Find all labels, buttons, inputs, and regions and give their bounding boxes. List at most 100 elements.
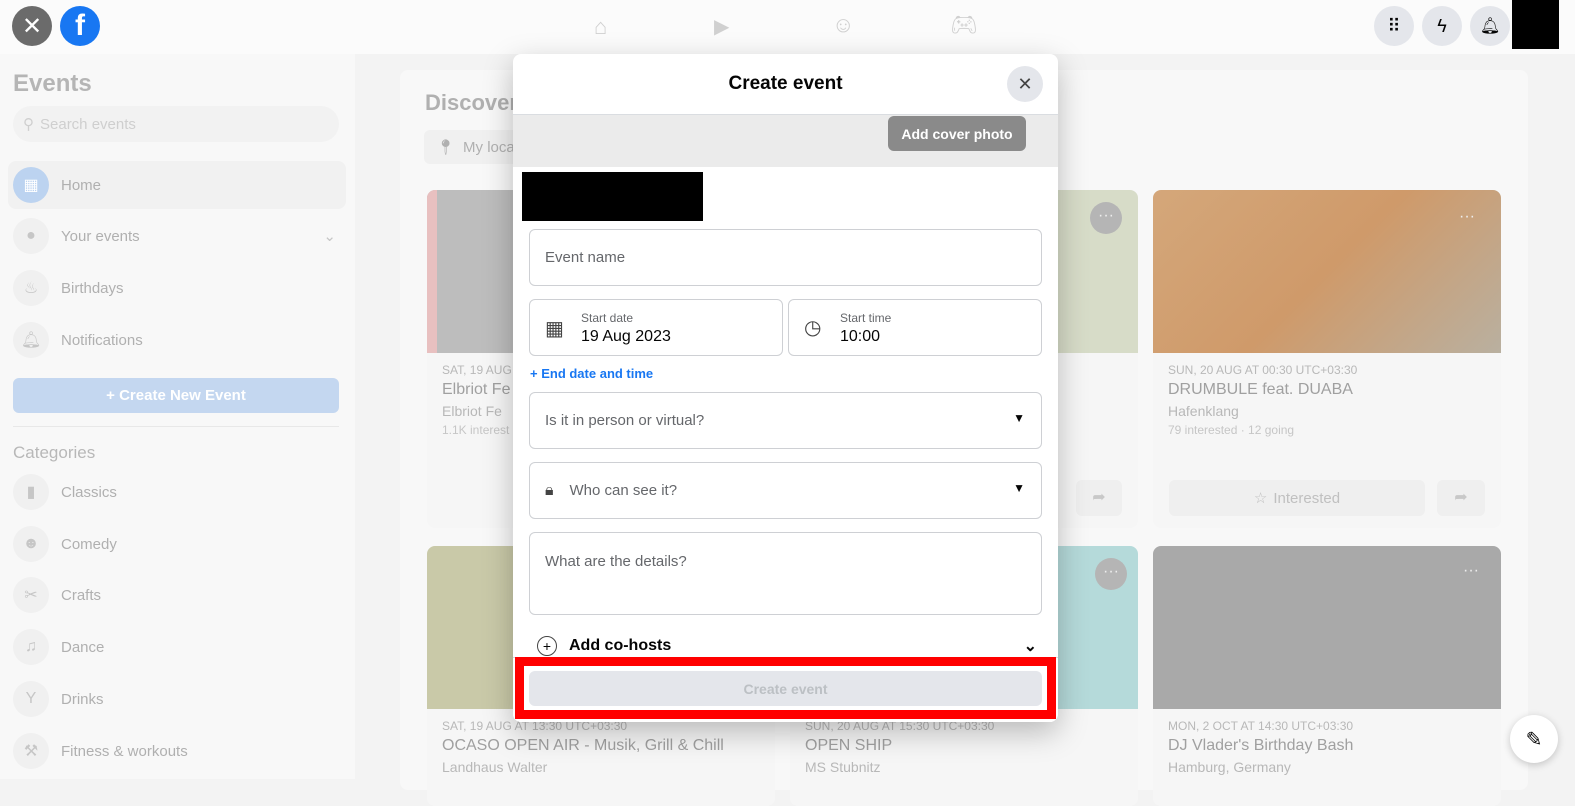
facebook-logo[interactable]: f (60, 6, 100, 46)
highlight-box (515, 657, 1056, 719)
more-icon[interactable]: ··· (1459, 208, 1475, 226)
event-venue: MS Stubnitz (805, 759, 881, 775)
star-icon: ☆ (1253, 490, 1268, 507)
watch-icon[interactable]: ▶ (714, 14, 729, 39)
sidebar-item-notifications[interactable]: 🔔︎ Notifications (8, 316, 346, 364)
start-time-label: Start time (840, 311, 892, 325)
event-name-placeholder: Event name (545, 249, 626, 266)
chevron-down-icon: ⌄ (323, 228, 336, 245)
category-crafts[interactable]: ✂ Crafts (8, 571, 346, 619)
start-time-input[interactable]: ◷ Start time 10:00 (788, 299, 1042, 356)
event-card[interactable]: ··· SUN, 20 AUG AT 00:30 UTC+03:30 DRUMBU… (1153, 190, 1501, 528)
event-image (1153, 546, 1501, 709)
scissors-icon: ✂ (13, 577, 49, 613)
event-name-input[interactable]: Event name (529, 229, 1042, 286)
menu-grid-icon[interactable]: ⠿ (1374, 6, 1414, 46)
location-pin-icon: 📍︎ (436, 139, 456, 156)
more-icon[interactable]: ··· (1463, 562, 1479, 580)
notifications-icon[interactable]: 🔔︎ (1470, 6, 1510, 46)
event-title: DJ Vlader's Birthday Bash (1168, 737, 1354, 754)
cocktail-icon: Y (13, 681, 49, 717)
event-venue: Hamburg, Germany (1168, 759, 1291, 775)
event-date: MON, 2 OCT AT 14:30 UTC+03:30 (1168, 719, 1354, 733)
event-date: SUN, 20 AUG AT 00:30 UTC+03:30 (1168, 363, 1358, 377)
interested-button[interactable]: ☆ Interested (1169, 480, 1425, 516)
discover-title: Discover (425, 90, 518, 115)
add-cohosts-row[interactable]: + Add co-hosts ⌄ (537, 636, 1037, 656)
cohosts-label: Add co-hosts (569, 637, 672, 654)
profile-redacted (1512, 0, 1559, 49)
lock-icon: 🔒︎ (545, 481, 554, 499)
search-input[interactable]: ⚲ Search events (13, 106, 339, 142)
in-person-label: Is it in person or virtual? (545, 412, 705, 429)
smile-icon: ☻ (13, 526, 49, 562)
host-redacted (522, 172, 703, 221)
groups-icon[interactable]: ☺ (832, 12, 854, 38)
category-drinks[interactable]: Y Drinks (8, 675, 346, 723)
messenger-icon[interactable]: ϟ (1422, 6, 1462, 46)
event-venue: Hafenklang (1168, 403, 1239, 419)
close-icon[interactable]: ✕ (12, 6, 52, 46)
search-placeholder: Search events (40, 115, 136, 133)
compose-icon[interactable]: ✎ (1510, 715, 1558, 763)
in-person-virtual-select[interactable]: Is it in person or virtual? ▼ (529, 392, 1042, 449)
privacy-label: Who can see it? (569, 482, 678, 499)
gaming-icon[interactable]: 🎮︎ (950, 12, 978, 38)
calendar-icon: ▦ (545, 318, 564, 340)
sidebar: Events ⚲ Search events ▦ Home ● Your events… (0, 54, 355, 779)
home-icon[interactable]: ⌂ (594, 14, 607, 40)
privacy-select[interactable]: 🔒︎ Who can see it? ▼ (529, 462, 1042, 519)
category-label: Comedy (61, 535, 117, 553)
event-card[interactable]: ··· MON, 2 OCT AT 14:30 UTC+03:30 DJ Vlad… (1153, 546, 1501, 806)
dialog-title: Create event (513, 54, 1058, 115)
clock-icon: ◷ (804, 317, 822, 339)
create-new-event-button[interactable]: + Create New Event (13, 378, 339, 413)
share-icon[interactable]: ➦ (1437, 480, 1485, 516)
sidebar-item-label: Notifications (61, 331, 143, 349)
dance-icon: ♫ (13, 629, 49, 665)
category-classics[interactable]: ▮ Classics (8, 468, 346, 516)
categories-title: Categories (13, 443, 96, 462)
dumbbell-icon: ⚒ (13, 733, 49, 769)
more-icon[interactable]: ··· (1090, 202, 1122, 234)
event-title: DRUMBULE feat. DUABA (1168, 381, 1353, 398)
start-date-input[interactable]: ▦ Start date 19 Aug 2023 (529, 299, 783, 356)
top-bar: ✕ f ⌂ ▶ ☺ 🎮︎ ⠿ ϟ 🔔︎ (0, 0, 1575, 54)
sidebar-item-label: Birthdays (61, 279, 124, 297)
bell-icon: 🔔︎ (13, 322, 49, 358)
search-icon: ⚲ (23, 116, 34, 133)
close-icon[interactable]: ✕ (1007, 66, 1043, 102)
caret-down-icon: ▼ (1013, 411, 1025, 425)
sidebar-title: Events (13, 70, 92, 97)
create-event-dialog: Create event ✕ Add cover photo Event nam… (513, 54, 1058, 722)
start-date-value: 19 Aug 2023 (581, 328, 671, 345)
more-icon[interactable]: ··· (1095, 558, 1127, 590)
caret-down-icon: ▼ (1013, 481, 1025, 495)
category-label: Dance (61, 638, 105, 656)
add-cover-photo-button[interactable]: Add cover photo (888, 116, 1026, 151)
category-label: Crafts (61, 586, 102, 604)
event-count: 79 interested · 12 going (1168, 423, 1295, 437)
sidebar-item-birthdays[interactable]: ♨ Birthdays (8, 264, 346, 312)
chevron-down-icon: ⌄ (1023, 638, 1037, 655)
event-image (1153, 190, 1501, 353)
category-fitness[interactable]: ⚒ Fitness & workouts (8, 727, 346, 775)
end-date-time-link[interactable]: + End date and time (530, 366, 653, 381)
details-textarea[interactable]: What are the details? (529, 532, 1042, 615)
start-time-value: 10:00 (840, 328, 881, 345)
share-icon[interactable]: ➦ (1076, 480, 1122, 516)
category-dance[interactable]: ♫ Dance (8, 623, 346, 671)
plus-circle-icon: + (537, 636, 557, 656)
category-label: Drinks (61, 690, 104, 708)
book-icon: ▮ (13, 474, 49, 510)
interested-label: Interested (1273, 489, 1341, 507)
start-date-label: Start date (581, 311, 634, 325)
sidebar-item-your-events[interactable]: ● Your events ⌄ (8, 212, 346, 260)
sidebar-item-label: Home (61, 176, 102, 194)
category-label: Fitness & workouts (61, 742, 188, 760)
category-comedy[interactable]: ☻ Comedy (8, 520, 346, 568)
sidebar-item-home[interactable]: ▦ Home (8, 161, 346, 209)
person-icon: ● (13, 218, 49, 254)
details-placeholder: What are the details? (545, 553, 687, 570)
event-title: OPEN SHIP (805, 737, 893, 754)
